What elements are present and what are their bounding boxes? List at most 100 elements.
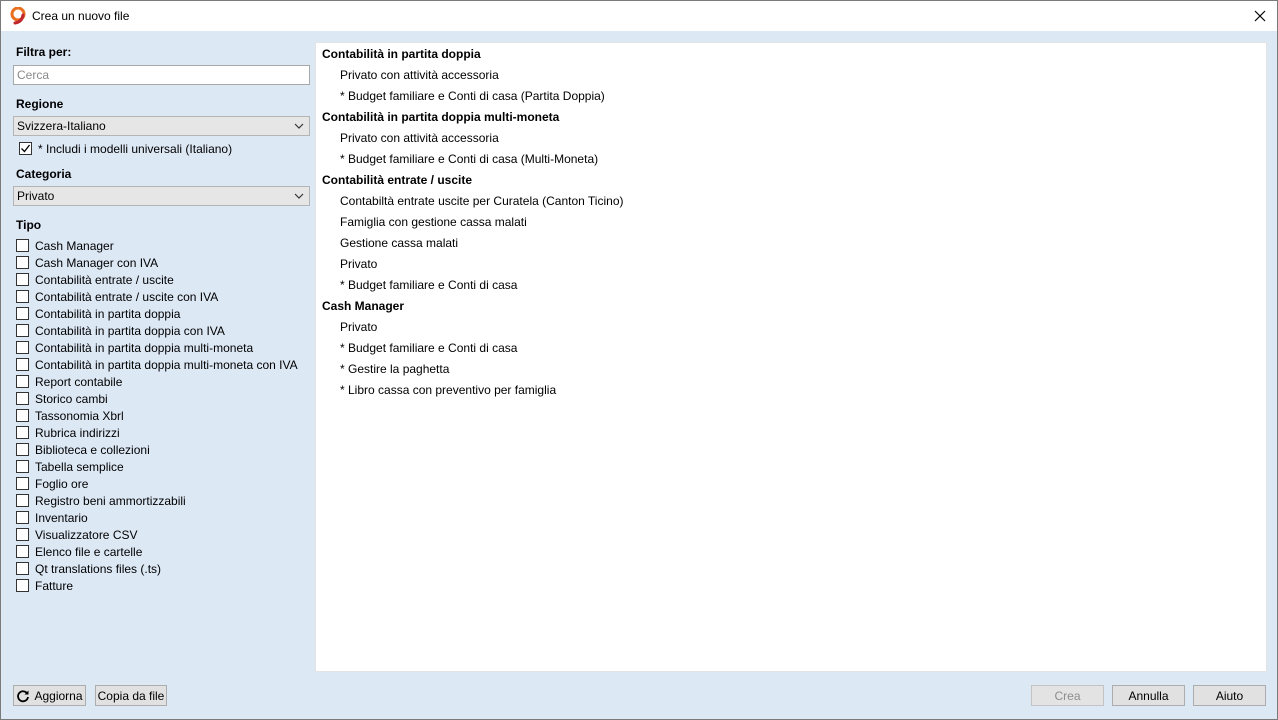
type-checkbox-row[interactable]: Biblioteca e collezioni xyxy=(16,441,150,458)
region-select[interactable]: Svizzera-Italiano xyxy=(13,116,310,136)
refresh-label: Aggiorna xyxy=(34,688,83,703)
template-item[interactable]: * Budget familiare e Conti di casa (Part… xyxy=(340,89,605,103)
close-button[interactable] xyxy=(1243,1,1277,31)
type-checkbox-row[interactable]: Visualizzatore CSV xyxy=(16,526,138,543)
type-checkbox-label: Inventario xyxy=(35,510,88,525)
refresh-button[interactable]: Aggiorna xyxy=(13,685,86,706)
search-input[interactable] xyxy=(13,65,310,85)
type-checkbox[interactable] xyxy=(16,426,29,439)
region-label: Regione xyxy=(16,97,64,111)
type-checkbox-row[interactable]: Cash Manager con IVA xyxy=(16,254,158,271)
type-checkbox[interactable] xyxy=(16,239,29,252)
type-checkbox-row[interactable]: Fatture xyxy=(16,577,73,594)
create-button[interactable]: Crea xyxy=(1031,685,1104,706)
type-checkbox-row[interactable]: Storico cambi xyxy=(16,390,108,407)
type-checkbox-row[interactable]: Tabella semplice xyxy=(16,458,124,475)
type-checkbox-label: Registro beni ammortizzabili xyxy=(35,493,186,508)
type-checkbox[interactable] xyxy=(16,341,29,354)
type-checkbox[interactable] xyxy=(16,511,29,524)
template-group-title: Contabilità in partita doppia xyxy=(322,47,481,61)
type-checkbox-label: Rubrica indirizzi xyxy=(35,425,120,440)
type-checkbox-label: Contabilità entrate / uscite con IVA xyxy=(35,289,219,304)
type-checkbox-label: Foglio ore xyxy=(35,476,89,491)
template-item[interactable]: Privato con attività accessoria xyxy=(340,68,499,82)
type-checkbox-row[interactable]: Contabilità entrate / uscite con IVA xyxy=(16,288,218,305)
type-checkbox-label: Elenco file e cartelle xyxy=(35,544,143,559)
template-item[interactable]: * Budget familiare e Conti di casa xyxy=(340,341,517,355)
template-item[interactable]: * Budget familiare e Conti di casa xyxy=(340,278,517,292)
type-checkbox-row[interactable]: Contabilità in partita doppia multi-mone… xyxy=(16,356,298,373)
type-checkbox[interactable] xyxy=(16,460,29,473)
type-checkbox-row[interactable]: Contabilità entrate / uscite xyxy=(16,271,174,288)
type-checkbox[interactable] xyxy=(16,545,29,558)
type-checkbox-row[interactable]: Contabilità in partita doppia multi-mone… xyxy=(16,339,253,356)
type-checkbox-row[interactable]: Contabilità in partita doppia con IVA xyxy=(16,322,225,339)
type-checkbox-label: Visualizzatore CSV xyxy=(35,527,138,542)
type-checkbox[interactable] xyxy=(16,409,29,422)
include-universal-checkbox-row[interactable]: * Includi i modelli universali (Italiano… xyxy=(19,140,232,157)
template-item[interactable]: * Gestire la paghetta xyxy=(340,362,449,376)
chevron-down-icon xyxy=(294,123,304,129)
type-checkbox[interactable] xyxy=(16,477,29,490)
type-checkbox[interactable] xyxy=(16,562,29,575)
type-checkbox[interactable] xyxy=(16,273,29,286)
type-checkbox-row[interactable]: Inventario xyxy=(16,509,88,526)
type-checkbox-row[interactable]: Registro beni ammortizzabili xyxy=(16,492,186,509)
type-checkbox-row[interactable]: Report contabile xyxy=(16,373,122,390)
type-checkbox[interactable] xyxy=(16,579,29,592)
type-checkbox-label: Biblioteca e collezioni xyxy=(35,442,150,457)
template-item[interactable]: Gestione cassa malati xyxy=(340,236,458,250)
filter-label: Filtra per: xyxy=(16,45,72,59)
type-checkbox-label: Tabella semplice xyxy=(35,459,124,474)
chevron-down-icon xyxy=(294,193,304,199)
category-select[interactable]: Privato xyxy=(13,186,310,206)
template-group-title: Cash Manager xyxy=(322,299,405,313)
template-item[interactable]: Famiglia con gestione cassa malati xyxy=(340,215,527,229)
type-checkbox-label: Qt translations files (.ts) xyxy=(35,561,162,576)
include-universal-label: * Includi i modelli universali (Italiano… xyxy=(38,141,233,156)
type-checkbox[interactable] xyxy=(16,443,29,456)
type-checkbox[interactable] xyxy=(16,307,29,320)
type-checkbox-row[interactable]: Qt translations files (.ts) xyxy=(16,560,161,577)
type-checkbox-row[interactable]: Elenco file e cartelle xyxy=(16,543,142,560)
template-item[interactable]: * Libro cassa con preventivo per famigli… xyxy=(340,383,556,397)
category-label: Categoria xyxy=(16,167,72,181)
template-item[interactable]: Contabiltà entrate uscite per Curatela (… xyxy=(340,194,623,208)
type-checkbox-label: Cash Manager con IVA xyxy=(35,255,159,270)
type-checkbox-row[interactable]: Rubrica indirizzi xyxy=(16,424,120,441)
template-item[interactable]: Privato con attività accessoria xyxy=(340,131,499,145)
type-checkbox-label: Storico cambi xyxy=(35,391,108,406)
type-checkbox[interactable] xyxy=(16,375,29,388)
type-checkbox-label: Tassonomia Xbrl xyxy=(35,408,124,423)
template-item[interactable]: Privato xyxy=(340,257,377,271)
type-checkbox[interactable] xyxy=(16,256,29,269)
template-group-title: Contabilità entrate / uscite xyxy=(322,173,473,187)
checkmark-icon xyxy=(21,144,31,153)
template-list-panel: Contabilità in partita doppia Privato con… xyxy=(315,42,1267,672)
type-checkbox-row[interactable]: Cash Manager xyxy=(16,237,114,254)
dialog-window: Crea un nuovo file Filtra per: Regione S… xyxy=(0,0,1278,720)
type-checkbox-label: Contabilità in partita doppia multi-mone… xyxy=(35,357,298,372)
type-checkbox[interactable] xyxy=(16,324,29,337)
include-universal-checkbox[interactable] xyxy=(19,142,32,155)
help-button[interactable]: Aiuto xyxy=(1193,685,1266,706)
type-checkbox-label: Contabilità entrate / uscite xyxy=(35,272,174,287)
type-label: Tipo xyxy=(16,218,42,232)
type-checkbox-row[interactable]: Contabilità in partita doppia xyxy=(16,305,180,322)
copy-from-file-button[interactable]: Copia da file xyxy=(95,685,167,706)
type-checkbox-row[interactable]: Foglio ore xyxy=(16,475,88,492)
template-item[interactable]: * Budget familiare e Conti di casa (Mult… xyxy=(340,152,598,166)
category-selected-value: Privato xyxy=(17,189,55,203)
type-checkbox[interactable] xyxy=(16,494,29,507)
title-bar: Crea un nuovo file xyxy=(1,1,1277,31)
template-group-title: Contabilità in partita doppia multi-mone… xyxy=(322,110,560,124)
type-checkbox[interactable] xyxy=(16,528,29,541)
banana-app-icon xyxy=(9,7,27,25)
type-checkbox[interactable] xyxy=(16,290,29,303)
type-checkbox[interactable] xyxy=(16,392,29,405)
type-checkbox-row[interactable]: Tassonomia Xbrl xyxy=(16,407,124,424)
template-item[interactable]: Privato xyxy=(340,320,377,334)
window-title: Crea un nuovo file xyxy=(32,9,130,23)
type-checkbox[interactable] xyxy=(16,358,29,371)
cancel-button[interactable]: Annulla xyxy=(1112,685,1185,706)
